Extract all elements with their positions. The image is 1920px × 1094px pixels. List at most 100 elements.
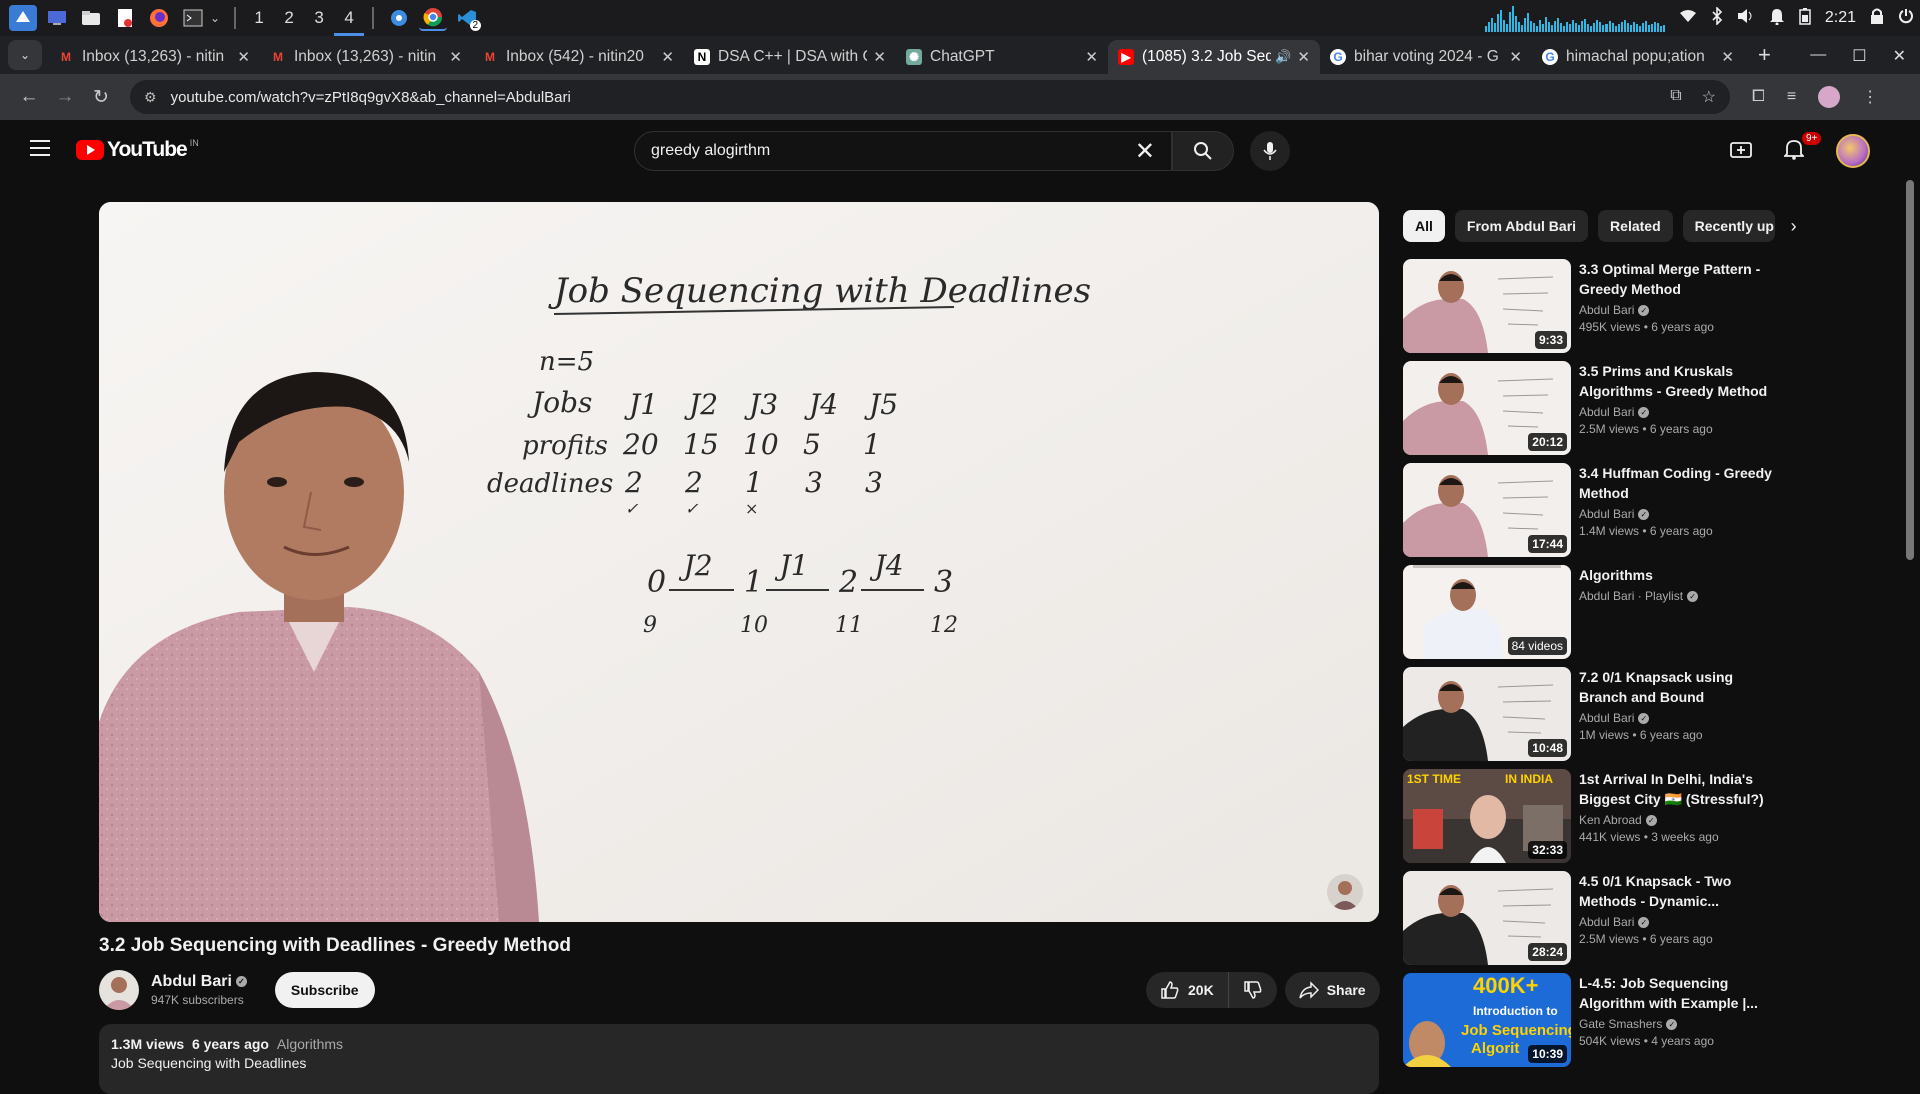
recommended-title[interactable]: L-4.5: Job Sequencing Algorithm with Exa… bbox=[1579, 973, 1779, 1013]
recommended-video[interactable]: 17:44 3.4 Huffman Coding - Greedy Method A… bbox=[1403, 463, 1823, 565]
address-bar[interactable]: ⚙ youtube.com/watch?v=zPtI8q9gvX8&ab_cha… bbox=[130, 80, 1730, 114]
recommended-channel[interactable]: Ken Abroad ✓ bbox=[1579, 813, 1779, 827]
recommended-channel[interactable]: Abdul Bari ✓ bbox=[1579, 915, 1779, 929]
volume-icon[interactable] bbox=[1737, 8, 1755, 29]
hamburger-menu-icon[interactable] bbox=[30, 140, 50, 161]
extensions-puzzle-icon[interactable]: ⧠ bbox=[1752, 88, 1765, 106]
video-player[interactable]: Job Sequencing with Deadlines n=5 Jobs p… bbox=[99, 202, 1379, 922]
browser-profile-avatar[interactable] bbox=[1818, 86, 1841, 108]
recommended-channel[interactable]: Gate Smashers ✓ bbox=[1579, 1017, 1779, 1031]
recommended-video[interactable]: 10:48 7.2 0/1 Knapsack using Branch and B… bbox=[1403, 667, 1823, 769]
search-button[interactable] bbox=[1172, 131, 1234, 171]
recommended-title[interactable]: Algorithms bbox=[1579, 565, 1779, 585]
channel-name[interactable]: Abdul Bari ✓ bbox=[151, 973, 247, 991]
browser-menu-icon[interactable]: ⋮ bbox=[1862, 87, 1878, 107]
chevron-right-icon[interactable]: › bbox=[1791, 216, 1797, 237]
workspace-3[interactable]: 3 bbox=[304, 0, 334, 36]
vscode-icon[interactable]: 2 bbox=[453, 5, 482, 31]
url-text[interactable]: youtube.com/watch?v=zPtI8q9gvX8&ab_chann… bbox=[171, 89, 571, 106]
desktop-icon[interactable] bbox=[43, 5, 71, 31]
lock-icon[interactable] bbox=[1870, 7, 1884, 30]
playlist-item[interactable]: 84 videos Algorithms Abdul Bari · Playlist… bbox=[1403, 565, 1823, 667]
chip-recently-uploaded[interactable]: Recently upl bbox=[1682, 210, 1775, 242]
channel-watermark[interactable] bbox=[1327, 874, 1363, 910]
recommended-video[interactable]: 9:33 3.3 Optimal Merge Pattern - Greedy M… bbox=[1403, 259, 1823, 361]
recommended-video[interactable]: 20:12 3.5 Prims and Kruskals Algorithms -… bbox=[1403, 361, 1823, 463]
wifi-icon[interactable] bbox=[1679, 8, 1697, 28]
recommended-title[interactable]: 3.5 Prims and Kruskals Algorithms - Gree… bbox=[1579, 361, 1779, 401]
youtube-logo[interactable]: YouTube IN bbox=[76, 138, 199, 162]
media-controls-icon[interactable]: ≡ bbox=[1787, 88, 1796, 106]
video-thumbnail[interactable]: 84 videos bbox=[1403, 565, 1571, 659]
video-thumbnail[interactable]: 400K+ Introduction to Job Sequencing Algori… bbox=[1403, 973, 1571, 1067]
recommended-video[interactable]: 28:24 4.5 0/1 Knapsack - Two Methods - Dy… bbox=[1403, 871, 1823, 973]
recommended-channel-name[interactable]: Abdul Bari bbox=[1579, 711, 1634, 725]
install-app-icon[interactable]: ⧉ bbox=[1670, 87, 1681, 107]
recommended-channel[interactable]: Abdul Bari ✓ bbox=[1579, 507, 1779, 521]
recommended-title[interactable]: 4.5 0/1 Knapsack - Two Methods - Dynamic… bbox=[1579, 871, 1779, 911]
recommended-channel-name[interactable]: Abdul Bari · Playlist bbox=[1579, 589, 1683, 603]
document-viewer-icon[interactable] bbox=[111, 5, 139, 31]
minimize-icon[interactable]: — bbox=[1810, 46, 1826, 66]
close-window-icon[interactable]: ✕ bbox=[1893, 46, 1906, 66]
chip-from-channel[interactable]: From Abdul Bari bbox=[1454, 210, 1589, 242]
battery-icon[interactable] bbox=[1799, 7, 1811, 30]
close-tab-icon[interactable]: ✕ bbox=[1297, 48, 1310, 66]
tab-audio-icon[interactable]: 🔊 bbox=[1275, 49, 1291, 65]
search-query[interactable]: greedy alogirthm bbox=[651, 142, 770, 160]
dislike-button[interactable] bbox=[1228, 972, 1277, 1008]
workspace-4[interactable]: 4 bbox=[334, 0, 365, 36]
recommended-channel-name[interactable]: Abdul Bari bbox=[1579, 303, 1634, 317]
recommended-channel-name[interactable]: Gate Smashers bbox=[1579, 1017, 1662, 1031]
app-circle-icon[interactable] bbox=[385, 5, 413, 31]
close-tab-icon[interactable]: ✕ bbox=[661, 48, 674, 66]
page-scrollbar[interactable] bbox=[1906, 180, 1914, 560]
recommended-title[interactable]: 7.2 0/1 Knapsack using Branch and Bound bbox=[1579, 667, 1779, 707]
close-tab-icon[interactable]: ✕ bbox=[1721, 48, 1734, 66]
browser-tab[interactable]: Gbihar voting 2024 - G ✕ bbox=[1320, 40, 1532, 74]
recommended-channel-name[interactable]: Abdul Bari bbox=[1579, 405, 1634, 419]
browser-tab[interactable]: M Inbox (542) - nitin20 ✕ bbox=[472, 40, 684, 74]
video-thumbnail[interactable]: 17:44 bbox=[1403, 463, 1571, 557]
chrome-icon[interactable] bbox=[419, 5, 448, 31]
channel-avatar[interactable] bbox=[99, 970, 139, 1010]
browser-tab[interactable]: Ghimachal popu;ation ✕ bbox=[1532, 40, 1744, 74]
share-button[interactable]: Share bbox=[1284, 972, 1380, 1008]
video-thumbnail[interactable]: 20:12 bbox=[1403, 361, 1571, 455]
search-input[interactable]: greedy alogirthm ✕ bbox=[634, 131, 1172, 171]
recommended-channel-name[interactable]: Abdul Bari bbox=[1579, 507, 1634, 521]
notifications-button[interactable]: 9+ bbox=[1782, 131, 1822, 165]
system-clock[interactable]: 2:21 bbox=[1825, 9, 1856, 27]
recommended-channel[interactable]: Abdul Bari ✓ bbox=[1579, 711, 1779, 725]
recommended-channel[interactable]: Abdul Bari · Playlist ✓ bbox=[1579, 589, 1779, 603]
subscribe-button[interactable]: Subscribe bbox=[274, 972, 375, 1008]
close-tab-icon[interactable]: ✕ bbox=[1509, 48, 1522, 66]
site-settings-icon[interactable]: ⚙ bbox=[144, 89, 157, 106]
browser-tab[interactable]: M Inbox (13,263) - nitin ✕ bbox=[260, 40, 472, 74]
recommended-channel-name[interactable]: Ken Abroad bbox=[1579, 813, 1642, 827]
playlist-link[interactable]: Algorithms bbox=[277, 1036, 343, 1052]
terminal-icon[interactable] bbox=[179, 5, 207, 31]
video-thumbnail[interactable]: 10:48 bbox=[1403, 667, 1571, 761]
app-launcher-icon[interactable] bbox=[9, 5, 37, 31]
account-avatar[interactable] bbox=[1836, 134, 1870, 168]
power-icon[interactable] bbox=[1898, 8, 1914, 29]
video-thumbnail[interactable]: 1ST TIME IN INDIA 32:33 bbox=[1403, 769, 1571, 863]
chip-all[interactable]: All bbox=[1403, 210, 1445, 242]
video-thumbnail[interactable]: 9:33 bbox=[1403, 259, 1571, 353]
browser-tab[interactable]: N DSA C++ | DSA with C ✕ bbox=[684, 40, 896, 74]
close-tab-icon[interactable]: ✕ bbox=[873, 48, 886, 66]
chip-related[interactable]: Related bbox=[1598, 210, 1673, 242]
recommended-title[interactable]: 3.3 Optimal Merge Pattern - Greedy Metho… bbox=[1579, 259, 1779, 299]
forward-arrow-icon[interactable]: → bbox=[50, 86, 80, 108]
back-arrow-icon[interactable]: ← bbox=[14, 86, 44, 108]
close-tab-icon[interactable]: ✕ bbox=[449, 48, 462, 66]
recommended-title[interactable]: 3.4 Huffman Coding - Greedy Method bbox=[1579, 463, 1779, 503]
maximize-icon[interactable]: ☐ bbox=[1852, 46, 1866, 66]
close-tab-icon[interactable]: ✕ bbox=[237, 48, 250, 66]
workspace-1[interactable]: 1 bbox=[244, 0, 274, 36]
chevron-down-icon[interactable]: ⌄ bbox=[210, 11, 220, 25]
video-thumbnail[interactable]: 28:24 bbox=[1403, 871, 1571, 965]
recommended-title[interactable]: 1st Arrival In Delhi, India's Biggest Ci… bbox=[1579, 769, 1779, 809]
recommended-video[interactable]: 400K+ Introduction to Job Sequencing Algori… bbox=[1403, 973, 1823, 1075]
